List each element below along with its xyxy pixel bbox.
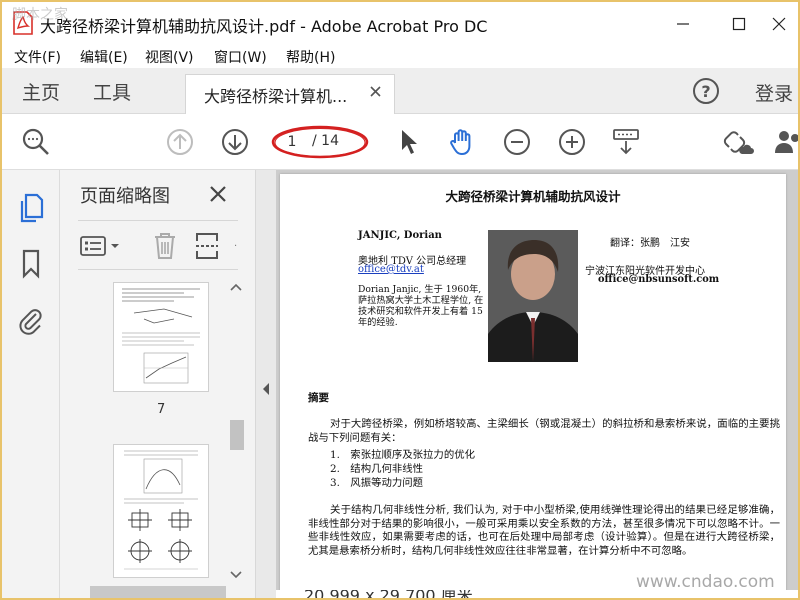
plus-circle-icon (559, 129, 585, 155)
document-tab-label: 大跨径桥梁计算机... (204, 87, 348, 106)
close-tab-button[interactable] (368, 84, 384, 100)
left-tool-rail (2, 170, 60, 598)
delete-page-button[interactable] (152, 231, 178, 261)
author-email-link[interactable]: office@tdv.at (358, 264, 424, 275)
more-dots: · (234, 241, 238, 252)
hand-icon (450, 129, 471, 155)
thumbnail-preview (122, 288, 200, 384)
page-thumbnails-panel: 页面缩略图 · 7 (60, 170, 256, 598)
document-view[interactable]: 大跨径桥梁计算机辅助抗风设计 JANJIC, Dorian 奥地利 TDV 公司… (276, 170, 798, 598)
translator-names: 翻译：张鹏 江安 (610, 238, 690, 249)
page-thumbnails-icon (20, 193, 44, 223)
share-people-button[interactable] (772, 126, 798, 158)
thumbnail-page-label: 7 (157, 402, 166, 417)
panel-title: 页面缩略图 (80, 186, 170, 207)
options-menu-icon (80, 236, 119, 256)
abstract-heading: 摘要 (308, 392, 329, 404)
minus-circle-icon (504, 129, 530, 155)
page-total: / 14 (312, 133, 339, 149)
author-bio: Dorian Janjic, 生于 1960年, 萨拉热窝大学土木工程学位, 在… (358, 284, 484, 328)
zoom-search-button[interactable] (20, 126, 52, 158)
bookmarks-button[interactable] (16, 248, 46, 280)
search-icon (22, 128, 49, 155)
close-icon (772, 17, 786, 31)
toolbar: / 14 (2, 114, 798, 170)
zoom-out-button[interactable] (501, 126, 533, 158)
close-window-button[interactable] (760, 2, 798, 46)
close-icon (370, 86, 381, 97)
portrait-image (488, 230, 578, 362)
trash-icon (155, 233, 175, 259)
page-thumbnail-7[interactable] (113, 282, 209, 392)
next-page-button[interactable] (219, 126, 251, 158)
list-item: 1. 索张拉顺序及张拉力的优化 (330, 449, 475, 461)
author-name: JANJIC, Dorian (358, 230, 442, 241)
bookmark-icon (22, 249, 40, 279)
collapse-left-icon (263, 383, 269, 395)
keyboard-scroll-button[interactable] (610, 126, 642, 158)
tab-tools[interactable]: 工具 (93, 78, 131, 105)
svg-text:?: ? (701, 82, 710, 101)
status-bar: 20.999 x 29.700 厘米 (276, 590, 798, 600)
document-title: 大跨径桥梁计算机辅助抗风设计 (445, 189, 621, 204)
maximize-button[interactable] (716, 2, 762, 46)
abstract-paragraph-1: 对于大跨径桥梁，例如桥塔较高、主梁细长（钢或混凝土）的斜拉桥和悬索桥来说，面临的… (308, 418, 780, 444)
minimize-button[interactable] (660, 2, 706, 46)
previous-page-button[interactable] (164, 126, 196, 158)
select-tool-button[interactable] (392, 126, 424, 158)
abstract-paragraph-2: 关于结构几何非线性分析, 我们认为, 对于中小型桥梁,使用线弹性理论得出的结果已… (308, 504, 780, 557)
menu-window[interactable]: 窗口(W) (214, 47, 267, 67)
issue-list: 1. 索张拉顺序及张拉力的优化 2. 结构几何非线性 3. 风振等动力问题 (330, 448, 475, 490)
tab-bar: 主页 工具 大跨径桥梁计算机... ? 登录 (2, 68, 798, 114)
paperclip-icon (19, 309, 42, 335)
thumbnail-scrollbar[interactable] (226, 280, 246, 598)
split-page-button[interactable] (194, 231, 220, 261)
panel-collapse-strip[interactable] (256, 170, 276, 598)
page-navigator: / 14 (270, 124, 370, 160)
tab-home[interactable]: 主页 (22, 78, 60, 105)
page-number-input[interactable] (280, 132, 304, 152)
panel-toolbar: · (78, 220, 238, 270)
close-icon (210, 186, 226, 202)
title-bar: 脚本之家 大跨径桥梁计算机辅助抗风设计.pdf - Adobe Acrobat … (2, 2, 798, 46)
author-photo (488, 230, 578, 362)
cursor-arrow-icon (402, 130, 417, 154)
close-panel-button[interactable] (208, 184, 228, 204)
help-button[interactable]: ? (692, 77, 720, 105)
zoom-in-button[interactable] (556, 126, 588, 158)
page-size-readout: 20.999 x 29.700 厘米 (304, 590, 473, 600)
page-split-icon (196, 233, 218, 259)
menu-edit[interactable]: 编辑(E) (80, 47, 128, 67)
acrobat-window: 脚本之家 大跨径桥梁计算机辅助抗风设计.pdf - Adobe Acrobat … (0, 0, 800, 600)
page-thumbnail-8[interactable] (113, 444, 209, 578)
page-thumbnails-button[interactable] (16, 192, 46, 224)
pdf-page: 大跨径桥梁计算机辅助抗风设计 JANJIC, Dorian 奥地利 TDV 公司… (280, 174, 786, 598)
people-icon (775, 131, 798, 153)
tab-document[interactable]: 大跨径桥梁计算机... (185, 74, 395, 114)
help-icon: ? (693, 78, 719, 104)
horizontal-scrollbar[interactable] (90, 586, 226, 598)
menu-view[interactable]: 视图(V) (145, 47, 194, 67)
hand-tool-button[interactable] (446, 126, 478, 158)
login-button[interactable]: 登录 (755, 79, 793, 106)
thumbnail-preview (124, 450, 198, 570)
arrow-up-circle-icon (167, 129, 193, 155)
list-item: 2. 结构几何非线性 (330, 463, 424, 475)
share-link-button[interactable] (722, 126, 754, 158)
menu-file[interactable]: 文件(F) (14, 47, 61, 67)
translator-email: office@nbsunsoft.com (598, 274, 720, 285)
maximize-icon (732, 17, 746, 31)
attachments-button[interactable] (16, 304, 46, 336)
scrollbar-graphic (230, 283, 244, 579)
minimize-icon (677, 23, 689, 25)
list-item: 3. 风振等动力问题 (330, 477, 424, 489)
menu-help[interactable]: 帮助(H) (286, 47, 335, 67)
arrow-down-circle-icon (222, 129, 248, 155)
menu-bar: 文件(F) 编辑(E) 视图(V) 窗口(W) 帮助(H) (2, 46, 798, 68)
link-cloud-icon (723, 131, 754, 154)
window-title: 大跨径桥梁计算机辅助抗风设计.pdf - Adobe Acrobat Pro D… (40, 17, 488, 36)
watermark-bottom-right: www.cndao.com (636, 572, 775, 592)
keyboard-arrow-icon (613, 129, 639, 155)
thumbnail-options-button[interactable] (80, 235, 122, 257)
